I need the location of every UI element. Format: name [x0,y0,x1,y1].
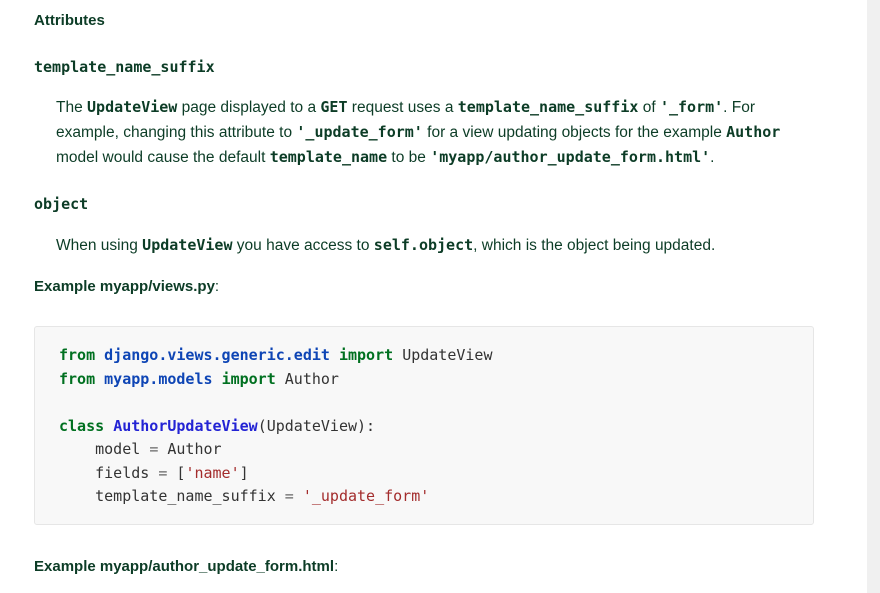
keyword: class [59,416,105,435]
identifier: UpdateView [402,346,493,364]
text: of [638,99,660,116]
text: The [56,99,88,116]
string-literal: 'name' [185,463,240,482]
identifier: Author [167,440,222,458]
code-lines: from django.views.generic.edit import Up… [59,344,493,509]
example-title-text: Example myapp/author_update_form.html [34,558,335,575]
text: to be [387,149,431,166]
identifier: template_name_suffix [95,487,276,505]
keyword: from [59,346,96,364]
attribute-description-object: When using UpdateView you have access to… [56,233,816,258]
colon: : [214,278,220,295]
scrollbar-track[interactable] [867,0,880,593]
attribute-description-template-name-suffix: The UpdateView page displayed to a GET r… [56,95,816,170]
attribute-name-template-name-suffix: template_name_suffix [34,58,215,76]
text: for a view updating objects for the exam… [422,124,727,141]
code-inline: '_form' [659,98,724,116]
operator: = [284,487,294,505]
string-literal: '_update_form' [302,487,430,505]
keyword: import [338,346,394,364]
module-name: django.views.generic.edit [104,346,330,364]
code-block: from django.views.generic.edit import Up… [34,326,814,525]
code-inline: 'myapp/author_update_form.html' [430,148,711,166]
section-heading: Attributes [34,12,105,29]
code-inline: UpdateView [87,98,178,116]
operator: = [158,463,168,482]
text: , which is the object being updated. [473,237,716,254]
text: you have access to [232,237,374,254]
code-inline: '_update_form' [296,123,423,141]
identifier: Author [284,369,339,388]
code-inline: UpdateView [142,236,233,254]
text: When using [56,237,143,254]
identifier: (UpdateView): [257,416,376,435]
colon: : [334,558,339,575]
example-title-template: Example myapp/author_update_form.html: [34,558,338,575]
code-inline: self.object [373,236,474,254]
bracket: ] [239,463,249,482]
code-inline: template_name [269,148,388,166]
code-inline: Author [726,123,781,141]
attribute-name-object: object [34,195,89,213]
code-inline: GET [320,98,348,116]
identifier: model [95,440,141,458]
text: page displayed to a [177,99,321,116]
example-title-text: Example myapp/views.py [34,278,215,295]
keyword: from [59,369,96,388]
class-name: AuthorUpdateView [113,416,258,435]
identifier: fields [95,463,150,482]
text: request uses a [347,99,458,116]
text: . [710,149,715,166]
operator: = [149,440,159,458]
example-title-views: Example myapp/views.py: [34,278,219,295]
code-inline: template_name_suffix [457,98,639,116]
module-name: myapp.models [104,369,213,388]
text: model would cause the default [56,149,270,166]
keyword: import [221,369,276,388]
